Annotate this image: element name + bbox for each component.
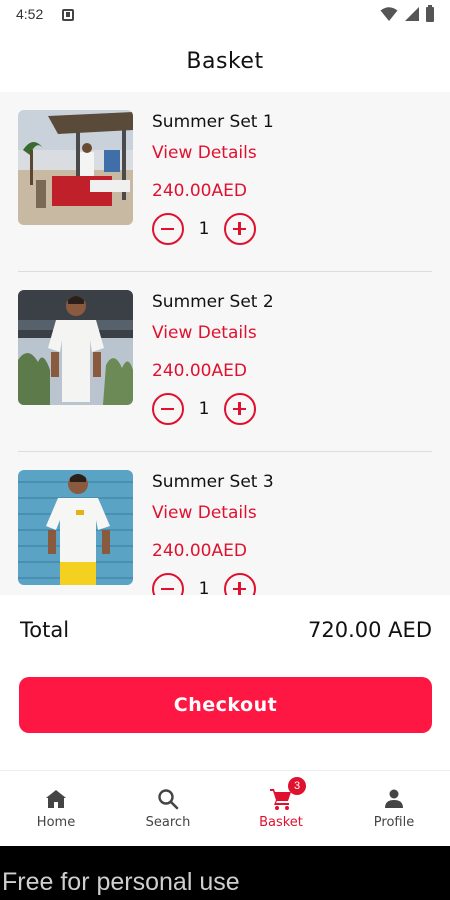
app-bar: Basket	[0, 30, 450, 92]
notification-icon	[62, 9, 74, 21]
nav-label-profile: Profile	[373, 815, 415, 830]
nav-item-home[interactable]: Home	[0, 771, 112, 847]
nav-item-profile[interactable]: Profile	[338, 771, 450, 847]
divider	[18, 451, 432, 452]
quantity-stepper: 1	[152, 573, 262, 595]
quantity-stepper: 1	[152, 393, 262, 425]
view-details-link[interactable]: View Details	[152, 143, 257, 163]
bottom-nav: Home Search 3 Basket Profile	[0, 770, 450, 846]
decrease-quantity-button[interactable]	[152, 573, 184, 595]
view-details-link[interactable]: View Details	[152, 323, 257, 343]
signal-icon	[405, 7, 419, 21]
checkout-label: Checkout	[173, 694, 278, 716]
item-price: 240.00AED	[152, 181, 247, 201]
cart-list[interactable]: Summer Set 1 View Details 240.00AED 1 Su…	[0, 92, 450, 595]
nav-label-search: Search	[145, 815, 191, 830]
total-label: Total	[20, 618, 70, 642]
person-icon	[385, 789, 403, 808]
quantity-value: 1	[198, 219, 210, 239]
total-value: 720.00 AED	[308, 618, 432, 642]
battery-icon	[426, 4, 434, 22]
decrease-quantity-button[interactable]	[152, 393, 184, 425]
quantity-stepper: 1	[152, 213, 262, 245]
home-icon	[46, 790, 66, 808]
search-icon	[158, 789, 179, 810]
increase-quantity-button[interactable]	[224, 393, 256, 425]
product-image	[18, 290, 133, 405]
item-name: Summer Set 1	[152, 112, 274, 132]
item-name: Summer Set 2	[152, 292, 274, 312]
view-details-link[interactable]: View Details	[152, 503, 257, 523]
watermark-bar: Free for personal use	[0, 846, 450, 900]
divider	[18, 271, 432, 272]
nav-label-basket: Basket	[259, 815, 303, 830]
cart-item: Summer Set 3 View Details 240.00AED 1	[18, 470, 432, 595]
increase-quantity-button[interactable]	[224, 213, 256, 245]
product-image	[18, 110, 133, 225]
status-time: 4:52	[16, 6, 44, 22]
item-price: 240.00AED	[152, 361, 247, 381]
product-image	[18, 470, 133, 585]
cart-count-badge: 3	[288, 777, 306, 795]
cart-item: Summer Set 2 View Details 240.00AED 1	[18, 290, 432, 470]
cart-item: Summer Set 1 View Details 240.00AED 1	[18, 110, 432, 290]
watermark-text: Free for personal use	[2, 868, 240, 896]
status-icons	[380, 4, 434, 22]
total-row: Total 720.00 AED	[18, 612, 432, 652]
status-bar: 4:52	[0, 0, 450, 30]
quantity-value: 1	[198, 399, 210, 419]
nav-item-basket[interactable]: 3 Basket	[225, 771, 337, 847]
page-title: Basket	[186, 48, 264, 74]
checkout-button[interactable]: Checkout	[19, 677, 432, 733]
nav-label-home: Home	[36, 815, 76, 830]
increase-quantity-button[interactable]	[224, 573, 256, 595]
item-name: Summer Set 3	[152, 472, 274, 492]
item-price: 240.00AED	[152, 541, 247, 561]
nav-item-search[interactable]: Search	[112, 771, 224, 847]
decrease-quantity-button[interactable]	[152, 213, 184, 245]
wifi-icon	[380, 7, 398, 21]
quantity-value: 1	[198, 579, 210, 595]
